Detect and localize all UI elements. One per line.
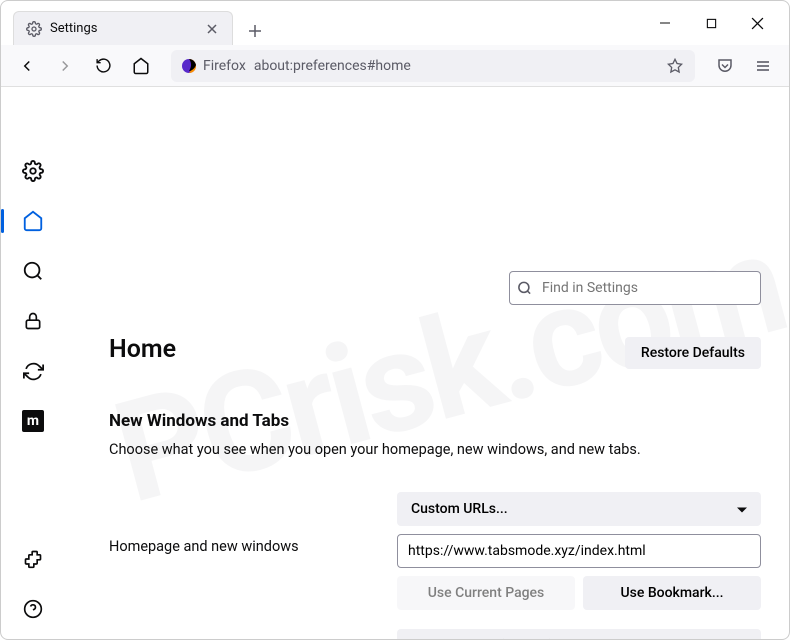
sidebar-item-search[interactable] [19,257,47,285]
use-current-pages-button: Use Current Pages [397,576,575,610]
close-window-button[interactable] [743,9,771,37]
section-description: Choose what you see when you open your h… [109,441,761,458]
page-title: Home [109,335,176,364]
close-tab-button[interactable] [204,21,220,37]
tab-title: Settings [50,21,196,36]
sidebar-item-privacy[interactable] [19,307,47,335]
home-button[interactable] [125,50,157,82]
use-bookmark-button[interactable]: Use Bookmark... [583,576,761,610]
forward-button [49,50,81,82]
watermark: PCrisk.com [99,209,771,536]
homepage-label: Homepage and new windows [109,492,397,555]
firefox-icon: Firefox [181,58,246,74]
search-icon [517,281,532,296]
sidebar-item-extensions[interactable] [19,545,47,573]
url-text: about:preferences#home [254,58,657,74]
sidebar-item-home[interactable] [19,207,47,235]
bookmark-star-button[interactable] [665,56,685,76]
gear-icon [26,21,42,37]
newtabs-dropdown[interactable]: Firefox Home (Default) [397,629,761,639]
url-label: Firefox [203,58,246,74]
homepage-url-input[interactable] [397,534,761,568]
homepage-mode-dropdown[interactable]: Custom URLs... [397,492,761,526]
section-title: New Windows and Tabs [109,411,761,431]
sidebar-item-general[interactable] [19,157,47,185]
restore-defaults-button[interactable]: Restore Defaults [625,337,761,369]
browser-tab[interactable]: Settings [13,11,233,45]
sidebar-item-sync[interactable] [19,357,47,385]
maximize-button[interactable] [697,9,725,37]
minimize-button[interactable] [651,9,679,37]
app-menu-button[interactable] [747,50,779,82]
pocket-button[interactable] [709,50,741,82]
newtabs-label: New tabs [109,638,397,640]
search-input[interactable] [509,271,761,305]
sidebar-item-help[interactable] [19,595,47,623]
new-tab-button[interactable] [241,17,269,45]
sidebar-item-more[interactable]: m [19,407,47,435]
reload-button[interactable] [87,50,119,82]
back-button[interactable] [11,50,43,82]
address-bar[interactable]: Firefox about:preferences#home [171,50,695,82]
